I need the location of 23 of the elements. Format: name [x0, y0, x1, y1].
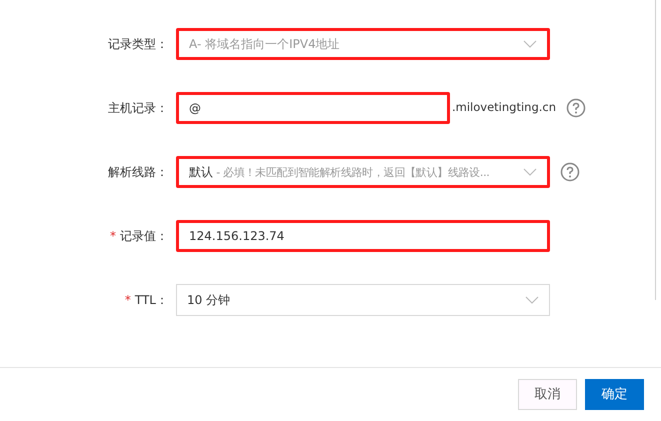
field-label: TTL：	[134, 292, 168, 309]
select-value: 10 分钟	[187, 293, 230, 307]
field-label: 主机记录：	[108, 100, 168, 117]
select-hint: - 必填！未匹配到智能解析线路时，返回【默认】线路设...	[215, 166, 490, 179]
field-label: 记录类型：	[108, 36, 168, 53]
cancel-button[interactable]: 取消	[518, 379, 577, 410]
select-placeholder: A- 将域名指向一个IPV4地址	[189, 37, 340, 51]
field-label: 记录值：	[120, 228, 168, 245]
select-field[interactable]: 10 分钟	[176, 284, 550, 316]
text-input[interactable]: 124.156.123.74	[176, 220, 550, 252]
help-icon[interactable]	[566, 98, 586, 118]
chevron-down-icon	[523, 168, 537, 176]
required-asterisk: *	[124, 292, 131, 309]
select-field[interactable]: 默认 - 必填！未匹配到智能解析线路时，返回【默认】线路设...	[176, 156, 550, 188]
domain-suffix: .milovetingting.cn	[452, 99, 556, 116]
required-asterisk: *	[110, 228, 116, 245]
chevron-down-icon	[523, 40, 537, 48]
chevron-down-icon	[525, 296, 539, 304]
text-input[interactable]: @	[176, 92, 450, 124]
select-value: 默认	[189, 164, 213, 179]
field-label: 解析线路：	[108, 164, 168, 181]
confirm-button[interactable]: 确定	[585, 379, 644, 410]
help-icon[interactable]	[560, 162, 580, 182]
